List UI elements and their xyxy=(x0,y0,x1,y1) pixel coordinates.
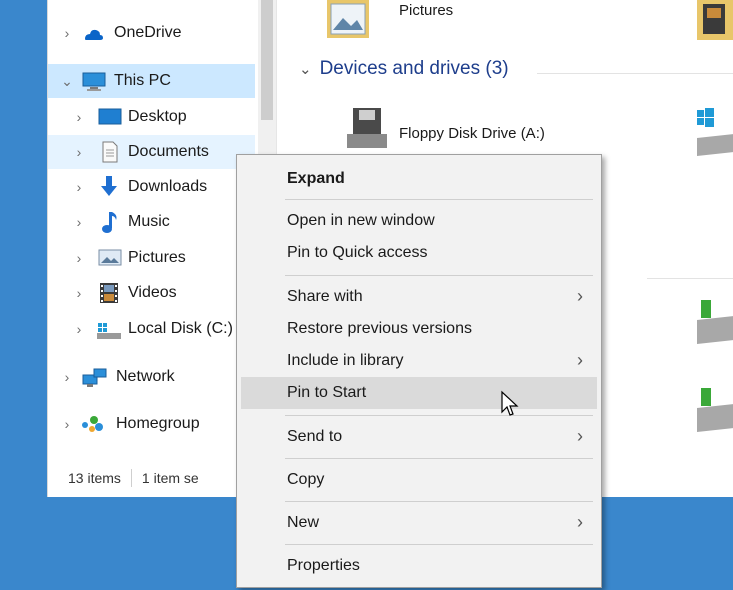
chevron-right-icon[interactable]: › xyxy=(72,144,86,160)
chevron-right-icon[interactable]: › xyxy=(72,285,86,301)
chevron-right-icon: › xyxy=(577,286,583,306)
menu-item-share-with[interactable]: Share with › xyxy=(241,281,597,313)
context-menu: Expand Open in new window Pin to Quick a… xyxy=(236,154,602,588)
nav-label: Homegroup xyxy=(116,415,200,432)
chevron-right-icon[interactable]: › xyxy=(72,179,86,195)
pictures-folder-icon[interactable] xyxy=(327,0,369,45)
floppy-disk-icon[interactable] xyxy=(347,108,387,153)
status-separator xyxy=(130,469,132,487)
menu-label: Include in library xyxy=(287,352,404,369)
chevron-right-icon: › xyxy=(577,350,583,370)
homegroup-icon xyxy=(80,413,103,435)
chevron-right-icon[interactable]: › xyxy=(72,109,86,125)
nav-item-homegroup[interactable]: › Homegroup xyxy=(48,407,258,441)
group-divider xyxy=(537,73,733,74)
download-arrow-icon xyxy=(98,175,120,197)
nav-label: Pictures xyxy=(128,249,186,266)
menu-label: Expand xyxy=(287,170,345,187)
nav-label: Local Disk (C:) xyxy=(128,320,233,337)
nav-item-network[interactable]: › Network xyxy=(48,360,258,394)
menu-label: Restore previous versions xyxy=(287,320,472,337)
menu-label: Send to xyxy=(287,428,343,445)
nav-item-downloads[interactable]: › Downloads xyxy=(48,170,258,204)
menu-label: Share with xyxy=(287,288,363,305)
mouse-cursor-icon xyxy=(500,390,520,420)
nav-label: Documents xyxy=(128,143,209,160)
nav-label: Videos xyxy=(128,284,177,301)
group-header-label: Devices and drives (3) xyxy=(319,58,509,79)
nav-item-this-pc[interactable]: ⌄ This PC xyxy=(48,64,255,98)
menu-label: New xyxy=(287,514,320,531)
chevron-right-icon[interactable]: › xyxy=(60,25,74,41)
chevron-right-icon[interactable]: › xyxy=(72,214,86,230)
menu-item-include-library[interactable]: Include in library › xyxy=(241,345,597,377)
chevron-down-icon[interactable]: ⌄ xyxy=(60,73,74,90)
menu-label: Open in new window xyxy=(287,212,435,229)
group-divider xyxy=(647,278,733,279)
nav-item-videos[interactable]: › Videos xyxy=(48,276,258,310)
menu-separator xyxy=(285,275,593,276)
computer-icon xyxy=(82,70,106,92)
menu-separator xyxy=(285,544,593,545)
menu-item-open-new-window[interactable]: Open in new window xyxy=(241,205,597,237)
menu-label: Properties xyxy=(287,557,360,574)
music-note-icon xyxy=(100,210,122,233)
menu-item-copy[interactable]: Copy xyxy=(241,464,597,496)
network-icon xyxy=(82,366,107,388)
pictures-folder-label[interactable]: Pictures xyxy=(399,2,453,19)
cloud-icon xyxy=(82,23,104,45)
menu-separator xyxy=(285,458,593,459)
menu-item-send-to[interactable]: Send to › xyxy=(241,421,597,453)
document-icon xyxy=(100,141,122,163)
nav-item-pictures[interactable]: › Pictures xyxy=(48,241,258,275)
nav-label: Music xyxy=(128,213,170,230)
chevron-right-icon: › xyxy=(577,512,583,532)
chevron-right-icon[interactable]: › xyxy=(60,416,74,432)
menu-label: Pin to Start xyxy=(287,384,367,401)
floppy-drive-label[interactable]: Floppy Disk Drive (A:) xyxy=(399,125,545,142)
menu-item-expand[interactable]: Expand xyxy=(241,163,597,195)
menu-item-properties[interactable]: Properties xyxy=(241,550,597,582)
nav-item-documents[interactable]: › Documents xyxy=(48,135,255,169)
nav-label: OneDrive xyxy=(114,24,182,41)
menu-separator xyxy=(285,415,593,416)
desktop-icon xyxy=(98,106,122,128)
nav-label: Desktop xyxy=(128,108,187,125)
menu-separator xyxy=(285,199,593,200)
menu-item-new[interactable]: New › xyxy=(241,507,597,539)
nav-label: Network xyxy=(116,368,175,385)
windows-drive-icon[interactable] xyxy=(697,108,733,163)
item-count: 13 items xyxy=(68,470,121,486)
menu-label: Pin to Quick access xyxy=(287,244,428,261)
nav-item-music[interactable]: › Music xyxy=(48,205,258,239)
menu-item-restore-versions[interactable]: Restore previous versions xyxy=(241,313,597,345)
film-icon xyxy=(98,282,120,304)
devices-drives-group-header[interactable]: ⌄ Devices and drives (3) xyxy=(299,58,509,80)
selection-count: 1 item se xyxy=(141,470,199,486)
menu-label: Copy xyxy=(287,471,325,488)
disk-icon xyxy=(96,320,121,342)
nav-item-desktop[interactable]: › Desktop xyxy=(48,100,258,134)
nav-label: This PC xyxy=(114,72,171,89)
chevron-right-icon[interactable]: › xyxy=(72,321,86,337)
menu-item-pin-start[interactable]: Pin to Start xyxy=(241,377,597,409)
chevron-right-icon: › xyxy=(577,426,583,446)
chevron-right-icon[interactable]: › xyxy=(60,369,74,385)
chevron-right-icon[interactable]: › xyxy=(72,250,86,266)
nav-item-onedrive[interactable]: › OneDrive xyxy=(48,16,258,50)
chevron-down-icon[interactable]: ⌄ xyxy=(299,60,312,78)
videos-folder-icon[interactable] xyxy=(697,0,733,47)
menu-separator xyxy=(285,501,593,502)
nav-label: Downloads xyxy=(128,178,208,195)
network-drive-icon[interactable] xyxy=(697,388,733,441)
network-drive-icon[interactable] xyxy=(697,300,733,353)
navigation-pane: › OneDrive ⌄ This PC › Desktop › Documen… xyxy=(48,0,258,450)
pictures-icon xyxy=(98,248,122,270)
nav-item-local-disk[interactable]: › Local Disk (C:) xyxy=(48,312,258,346)
menu-item-pin-quick-access[interactable]: Pin to Quick access xyxy=(241,237,597,269)
nav-scrollbar-thumb[interactable] xyxy=(261,0,273,120)
